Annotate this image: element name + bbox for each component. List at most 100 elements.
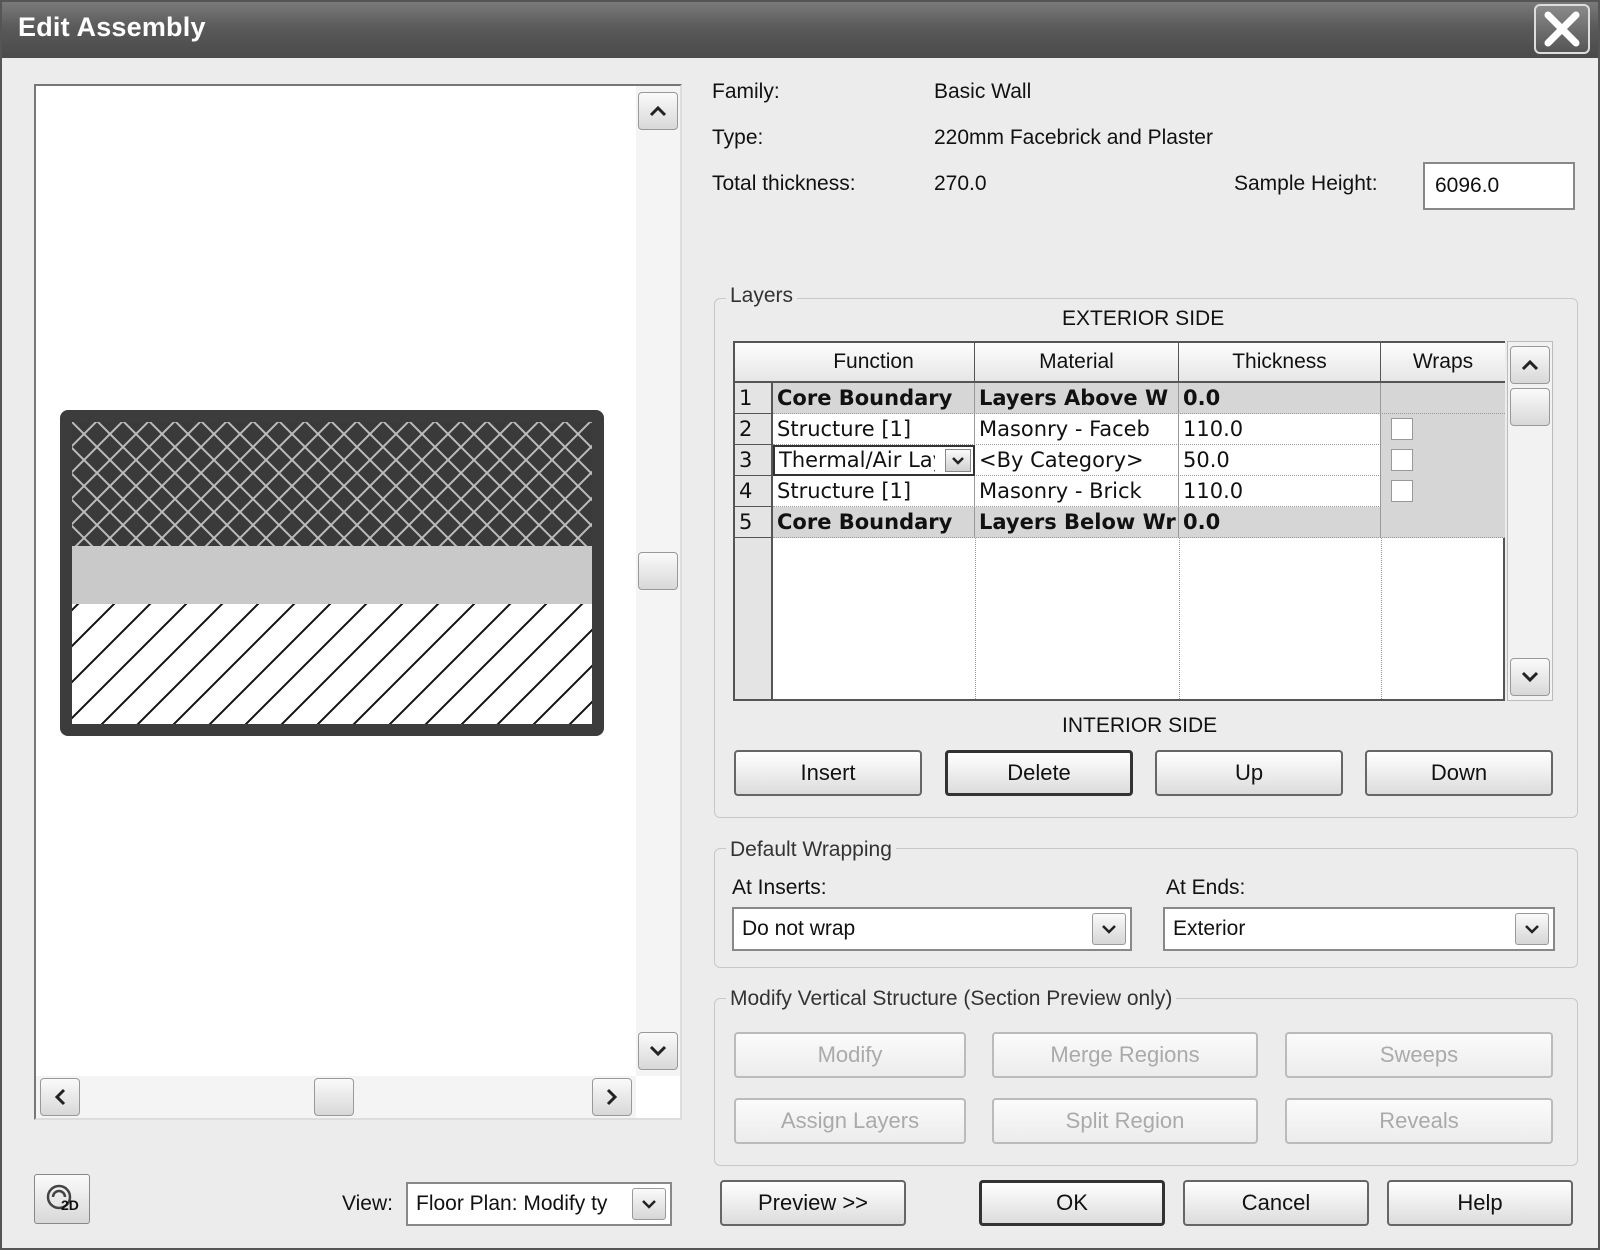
layers-vertical-scrollbar[interactable] bbox=[1507, 341, 1553, 701]
cell-thickness[interactable]: 0.0 bbox=[1179, 507, 1381, 537]
reveals-button[interactable]: Reveals bbox=[1285, 1098, 1553, 1144]
preview-vertical-scrollbar[interactable] bbox=[636, 86, 680, 1076]
view-select-value: Floor Plan: Modify ty bbox=[416, 1192, 608, 1215]
cell-thickness[interactable]: 0.0 bbox=[1179, 383, 1381, 413]
down-button[interactable]: Down bbox=[1365, 750, 1553, 796]
scroll-down-button[interactable] bbox=[1510, 658, 1550, 696]
scroll-left-icon bbox=[54, 1088, 66, 1106]
cell-material[interactable]: <By Category> bbox=[975, 445, 1179, 475]
assign-layers-button[interactable]: Assign Layers bbox=[734, 1098, 966, 1144]
delete-button[interactable]: Delete bbox=[945, 750, 1133, 796]
function-dropdown[interactable]: Thermal/Air Lay bbox=[773, 445, 975, 476]
insert-button[interactable]: Insert bbox=[734, 750, 922, 796]
view-label: View: bbox=[342, 1192, 393, 1215]
column-header-wraps[interactable]: Wraps bbox=[1381, 343, 1505, 383]
cell-material[interactable]: Masonry - Brick bbox=[975, 476, 1179, 506]
view-2d-button[interactable]: 2D bbox=[34, 1174, 90, 1224]
scroll-up-button[interactable] bbox=[1510, 346, 1550, 384]
cell-thickness[interactable]: 110.0 bbox=[1179, 476, 1381, 506]
cell-function[interactable]: Structure [1] bbox=[773, 414, 975, 444]
cancel-button[interactable]: Cancel bbox=[1183, 1180, 1369, 1226]
scroll-up-icon bbox=[1521, 359, 1539, 371]
at-ends-value: Exterior bbox=[1173, 917, 1246, 940]
at-inserts-dropdown-button[interactable] bbox=[1092, 913, 1126, 945]
type-value: 220mm Facebrick and Plaster bbox=[934, 126, 1213, 149]
cell-function[interactable]: Structure [1] bbox=[773, 476, 975, 506]
type-label: Type: bbox=[712, 126, 764, 149]
preview-horizontal-scrollbar[interactable] bbox=[36, 1076, 636, 1118]
edit-assembly-dialog: Edit Assembly Family: Basic Wall Type: 2… bbox=[0, 0, 1600, 1250]
cell-thickness[interactable]: 50.0 bbox=[1179, 445, 1381, 475]
total-thickness-label: Total thickness: bbox=[712, 172, 856, 195]
vertical-scroll-thumb[interactable] bbox=[1510, 388, 1550, 426]
cell-material[interactable]: Layers Below Wr bbox=[975, 507, 1179, 537]
up-button[interactable]: Up bbox=[1155, 750, 1343, 796]
scroll-up-icon bbox=[649, 105, 667, 117]
scroll-right-icon bbox=[606, 1088, 618, 1106]
function-dropdown-button[interactable] bbox=[945, 449, 971, 472]
merge-regions-button[interactable]: Merge Regions bbox=[992, 1032, 1258, 1078]
cell-thickness[interactable]: 110.0 bbox=[1179, 414, 1381, 444]
wraps-checkbox[interactable] bbox=[1391, 418, 1413, 440]
at-ends-label: At Ends: bbox=[1166, 876, 1246, 899]
family-value: Basic Wall bbox=[934, 80, 1032, 103]
interior-side-label: INTERIOR SIDE bbox=[1062, 714, 1218, 737]
wall-preview-pane[interactable] bbox=[34, 84, 682, 1120]
scroll-up-button[interactable] bbox=[638, 92, 678, 130]
ok-button[interactable]: OK bbox=[979, 1180, 1165, 1226]
at-inserts-label: At Inserts: bbox=[732, 876, 827, 899]
scroll-left-button[interactable] bbox=[40, 1078, 80, 1116]
row-number[interactable]: 4 bbox=[735, 476, 773, 507]
column-divider bbox=[1179, 538, 1180, 699]
sweeps-button[interactable]: Sweeps bbox=[1285, 1032, 1553, 1078]
horizontal-scroll-thumb[interactable] bbox=[314, 1078, 354, 1116]
layers-table[interactable]: Function Material Thickness Wraps 1 Core… bbox=[733, 341, 1505, 701]
close-icon bbox=[1544, 11, 1580, 47]
scroll-right-button[interactable] bbox=[592, 1078, 632, 1116]
cell-material[interactable]: Masonry - Faceb bbox=[975, 414, 1179, 444]
exterior-side-label: EXTERIOR SIDE bbox=[1062, 307, 1225, 330]
scroll-down-icon bbox=[649, 1045, 667, 1057]
split-region-button[interactable]: Split Region bbox=[992, 1098, 1258, 1144]
corner-header bbox=[735, 343, 773, 383]
modify-button[interactable]: Modify bbox=[734, 1032, 966, 1078]
scroll-down-icon bbox=[1521, 671, 1539, 683]
cell-function[interactable]: Core Boundary bbox=[773, 507, 975, 537]
close-button[interactable] bbox=[1534, 4, 1590, 54]
wraps-checkbox[interactable] bbox=[1391, 480, 1413, 502]
help-button[interactable]: Help bbox=[1387, 1180, 1573, 1226]
at-inserts-value: Do not wrap bbox=[742, 917, 856, 940]
at-inserts-select[interactable]: Do not wrap bbox=[732, 907, 1132, 951]
cell-function[interactable]: Core Boundary bbox=[773, 383, 975, 413]
view-select[interactable]: Floor Plan: Modify ty bbox=[406, 1182, 672, 1226]
scroll-down-button[interactable] bbox=[638, 1032, 678, 1070]
total-thickness-value: 270.0 bbox=[934, 172, 987, 195]
row-number[interactable]: 2 bbox=[735, 414, 773, 445]
modify-vertical-structure-title: Modify Vertical Structure (Section Previ… bbox=[726, 987, 1177, 1011]
sample-height-input[interactable]: 6096.0 bbox=[1423, 162, 1575, 210]
wall-section-drawing bbox=[60, 410, 604, 736]
column-header-function[interactable]: Function bbox=[773, 343, 975, 383]
window-title: Edit Assembly bbox=[18, 12, 206, 42]
column-divider bbox=[975, 538, 976, 699]
dropdown-arrow-icon bbox=[1102, 925, 1116, 934]
preview-button[interactable]: Preview >> bbox=[720, 1180, 906, 1226]
vertical-scroll-thumb[interactable] bbox=[638, 552, 678, 590]
at-ends-select[interactable]: Exterior bbox=[1163, 907, 1555, 951]
wraps-checkbox[interactable] bbox=[1391, 449, 1413, 471]
dropdown-arrow-icon bbox=[952, 456, 964, 465]
column-header-material[interactable]: Material bbox=[975, 343, 1179, 383]
row-number[interactable]: 5 bbox=[735, 507, 773, 538]
view-dropdown-button[interactable] bbox=[632, 1188, 666, 1220]
at-ends-dropdown-button[interactable] bbox=[1515, 913, 1549, 945]
cell-material[interactable]: Layers Above W bbox=[975, 383, 1179, 413]
default-wrapping-title: Default Wrapping bbox=[726, 838, 896, 862]
row-number[interactable]: 1 bbox=[735, 383, 773, 414]
view-2d-badge: 2D bbox=[61, 1197, 79, 1213]
row-number[interactable]: 3 bbox=[735, 445, 773, 476]
title-bar: Edit Assembly bbox=[2, 2, 1598, 58]
dropdown-arrow-icon bbox=[1525, 925, 1539, 934]
column-header-thickness[interactable]: Thickness bbox=[1179, 343, 1381, 383]
column-divider bbox=[1381, 538, 1382, 699]
family-label: Family: bbox=[712, 80, 780, 103]
